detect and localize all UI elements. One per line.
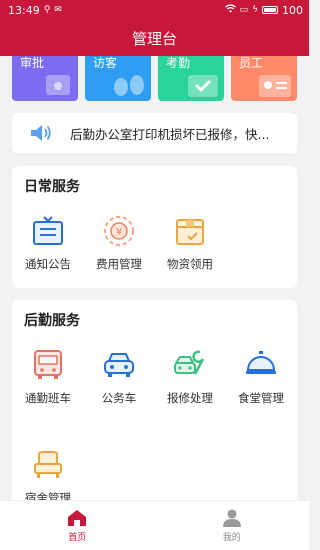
usb-icon: ⚲ (43, 4, 51, 15)
expense-icon: ¥ (104, 216, 134, 246)
battery-icon (262, 6, 278, 14)
shortcut-attendance[interactable]: 考勤 (158, 56, 224, 101)
shortcut-label: 员工 (239, 56, 264, 70)
page-title: 管理台 (131, 29, 177, 48)
status-bar: 13:49 ⚲ ✉ ▭ ϟ 100 (0, 0, 309, 20)
wifi-icon (224, 4, 236, 16)
service-label: 报修处理 (167, 391, 213, 405)
user-icon (222, 509, 241, 527)
service-notice[interactable]: 通知公告 (17, 214, 79, 272)
tab-label: 首页 (68, 532, 87, 543)
canteen-icon (246, 351, 276, 374)
shortcut-approval[interactable]: 审批 (12, 56, 78, 101)
service-label: 费用管理 (96, 257, 142, 271)
repair-icon (174, 350, 205, 375)
service-label: 物资领用 (167, 257, 213, 271)
speaker-icon (31, 125, 51, 141)
supplies-icon (176, 219, 204, 245)
shortcut-label: 审批 (20, 56, 45, 70)
calendar-icon (46, 75, 70, 95)
bottom-tab-bar: 首页 我的 (0, 500, 309, 550)
status-time: 13:49 (8, 3, 40, 17)
charging-icon: ϟ (252, 4, 258, 15)
service-label: 通勤班车 (25, 391, 71, 405)
notice-bar[interactable]: 后勤办公室打印机损坏已报修，快... (12, 113, 297, 153)
service-label: 公务车 (101, 391, 137, 405)
service-supplies[interactable]: 物资领用 (159, 214, 221, 272)
service-label: 食堂管理 (238, 391, 284, 405)
dorm-icon (34, 451, 62, 478)
home-icon (68, 509, 87, 526)
shortcut-row: 审批 访客 考勤 员工 (0, 56, 309, 102)
tab-mine[interactable]: 我的 (155, 501, 310, 550)
logistics-services-card: 后勤服务 通勤班车 公务车 报修处理 食堂管理 宿舍管理 (12, 300, 297, 520)
screen-rotate-icon: ▭ (239, 4, 249, 15)
service-bus[interactable]: 通勤班车 (17, 348, 79, 406)
notice-icon (33, 216, 63, 245)
shortcut-label: 考勤 (166, 56, 191, 70)
tab-label: 我的 (222, 532, 241, 543)
bus-icon (34, 350, 62, 379)
battery-level: 100 (282, 3, 303, 17)
section-title: 日常服务 (24, 179, 80, 195)
shortcut-label: 访客 (93, 56, 118, 70)
car-icon (104, 353, 134, 377)
notice-text: 后勤办公室打印机损坏已报修，快... (70, 126, 270, 142)
check-card-icon (188, 75, 218, 97)
daily-services-card: 日常服务 通知公告 ¥ 费用管理 物资领用 (12, 166, 297, 288)
tab-home[interactable]: 首页 (0, 501, 155, 550)
service-expense[interactable]: ¥ 费用管理 (88, 214, 150, 272)
service-dorm[interactable]: 宿舍管理 (17, 448, 79, 506)
shortcut-visitor[interactable]: 访客 (85, 56, 151, 101)
id-card-icon (259, 75, 291, 97)
header: 管理台 (0, 20, 309, 56)
service-official-car[interactable]: 公务车 (88, 348, 150, 406)
service-canteen[interactable]: 食堂管理 (230, 348, 292, 406)
mail-icon: ✉ (54, 4, 62, 15)
section-title: 后勤服务 (24, 313, 80, 329)
service-repair[interactable]: 报修处理 (159, 348, 221, 406)
svg-text:¥: ¥ (116, 227, 122, 238)
shortcut-staff[interactable]: 员工 (231, 56, 297, 101)
service-label: 通知公告 (25, 257, 71, 271)
footprints-icon (114, 75, 144, 96)
